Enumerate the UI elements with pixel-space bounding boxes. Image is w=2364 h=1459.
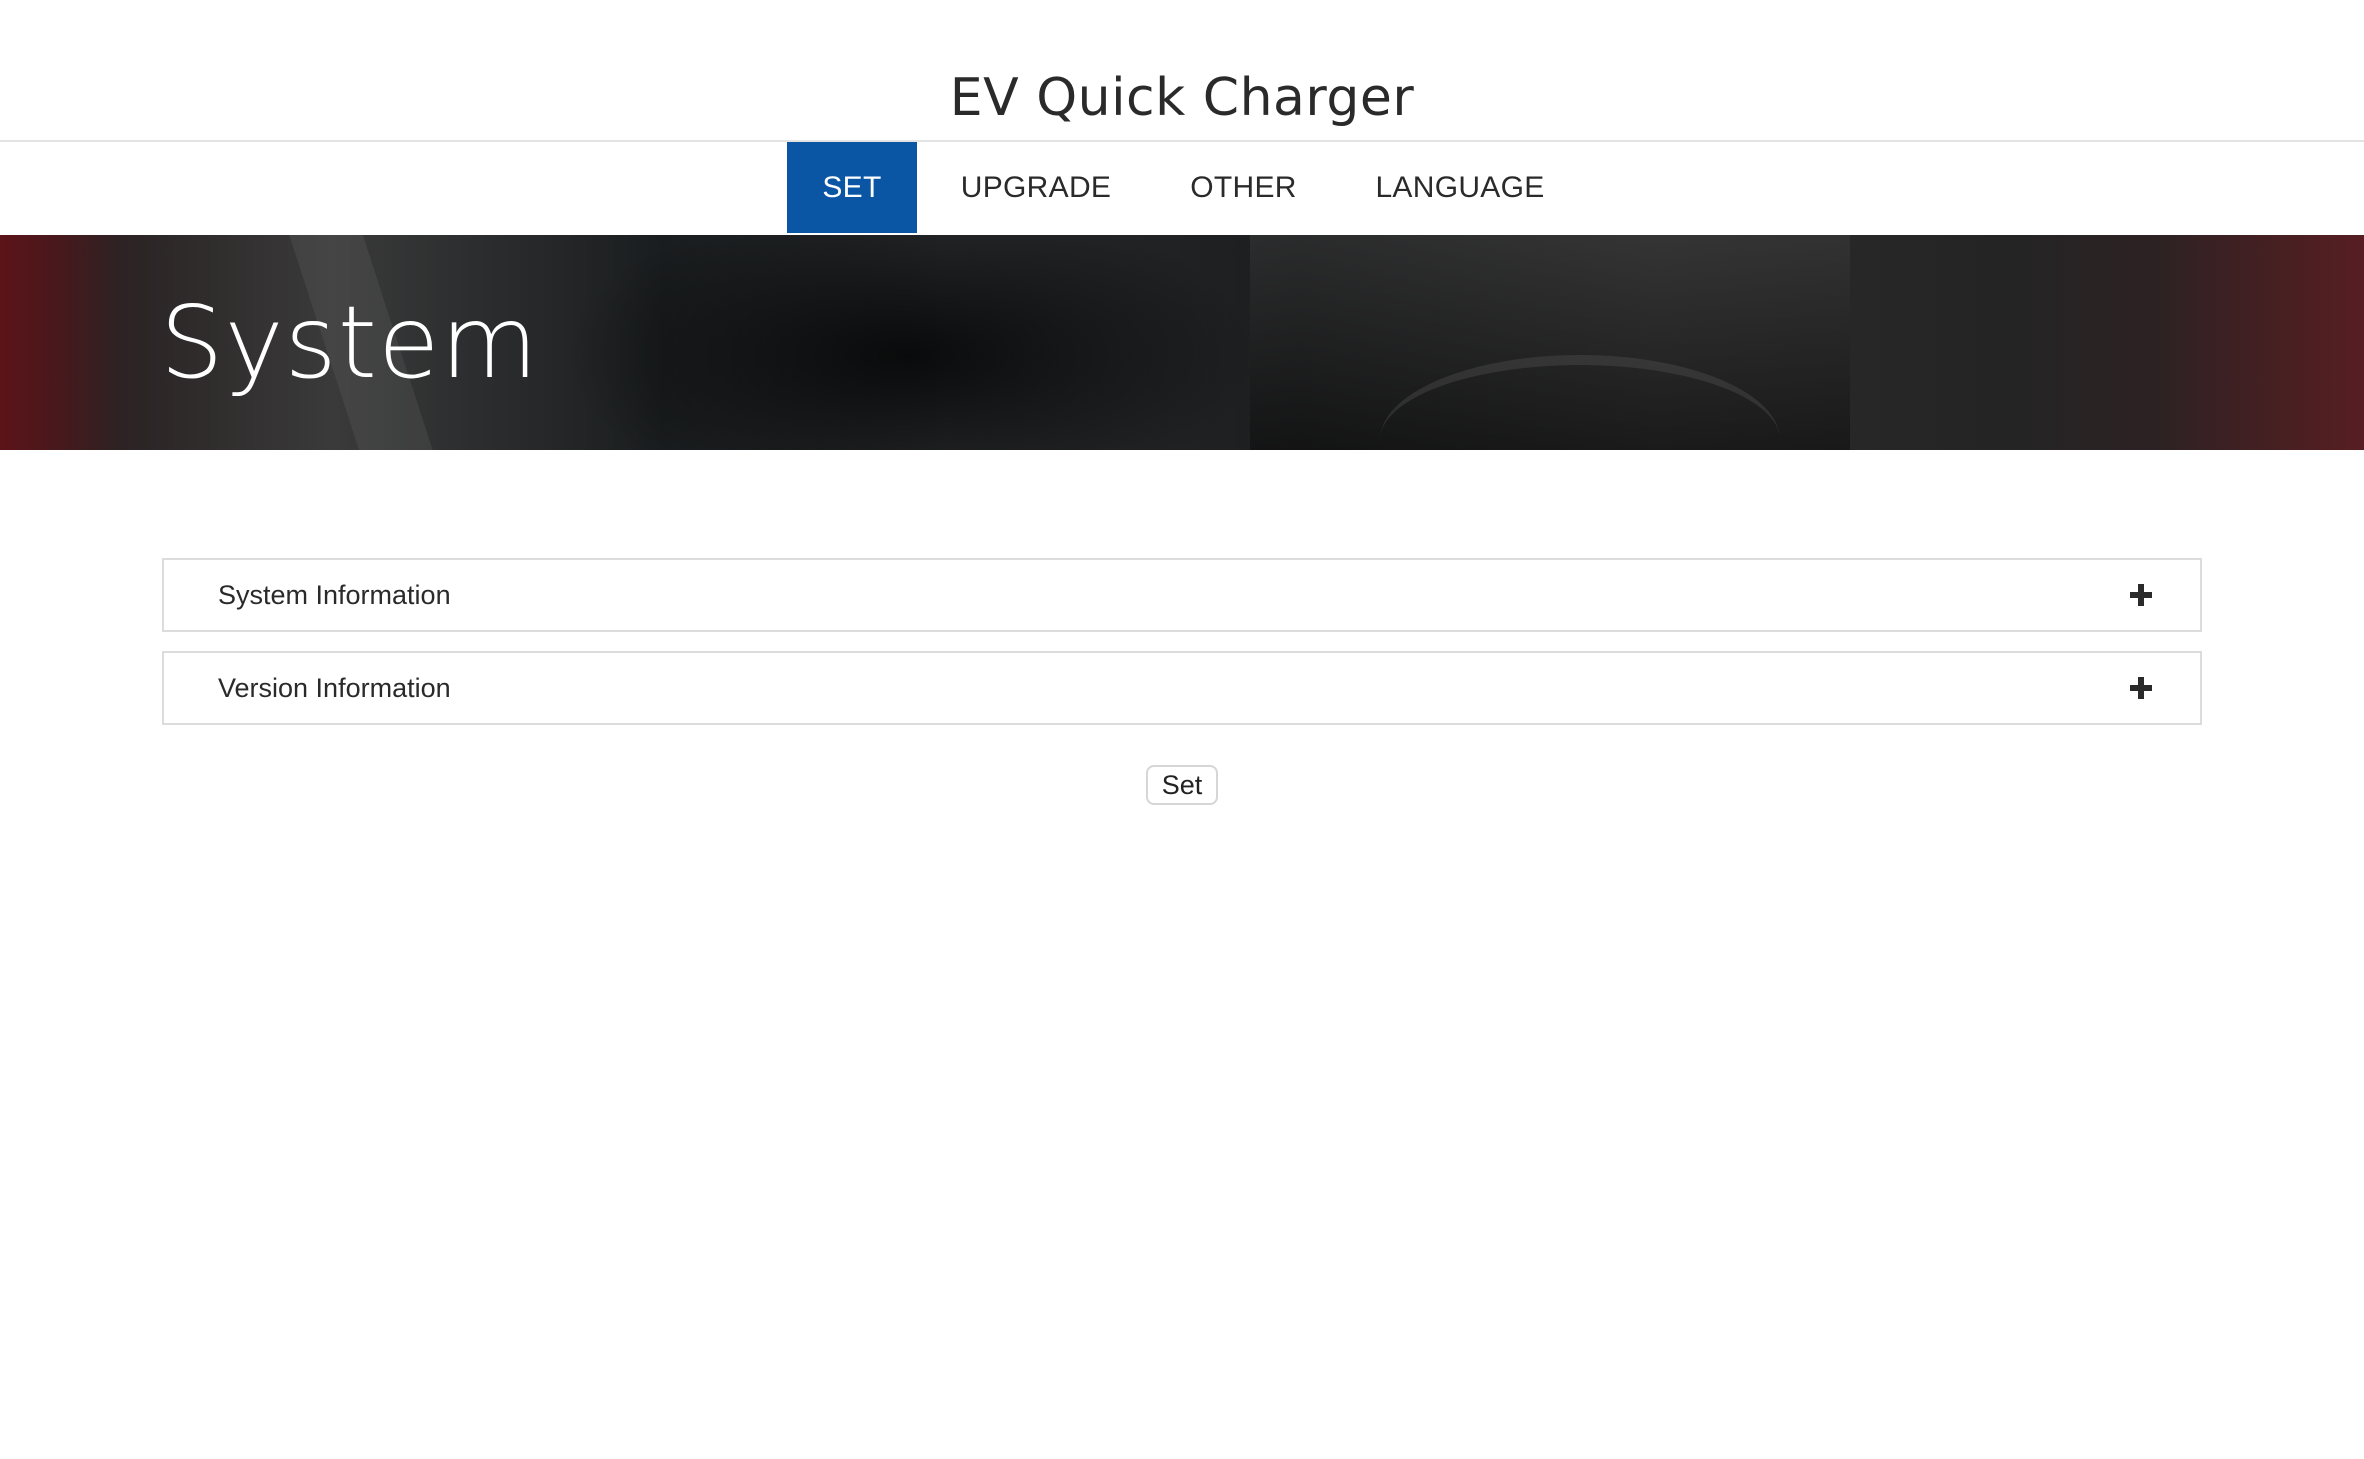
set-button[interactable]: Set <box>1146 765 1218 805</box>
banner-background-accent <box>2164 235 2364 450</box>
banner-background-accent <box>0 235 120 450</box>
main-nav: SET UPGRADE OTHER LANGUAGE <box>0 142 2364 235</box>
nav-item-language[interactable]: LANGUAGE <box>1366 142 1554 233</box>
site-header: EV Quick Charger <box>0 0 2364 142</box>
nav-item-other[interactable]: OTHER <box>1176 142 1311 233</box>
accordion-system-information[interactable]: System Information <box>162 558 2202 632</box>
plus-icon[interactable] <box>2130 677 2152 699</box>
nav-item-set[interactable]: SET <box>787 142 917 233</box>
accordion-label: System Information <box>218 580 451 610</box>
banner-background-accent <box>560 235 1260 450</box>
site-title: EV Quick Charger <box>949 68 1415 128</box>
page-title: System <box>160 284 539 401</box>
plus-icon[interactable] <box>2130 584 2152 606</box>
accordion-label: Version Information <box>218 673 451 703</box>
accordion-version-information[interactable]: Version Information <box>162 651 2202 725</box>
nav-item-upgrade[interactable]: UPGRADE <box>936 142 1136 233</box>
